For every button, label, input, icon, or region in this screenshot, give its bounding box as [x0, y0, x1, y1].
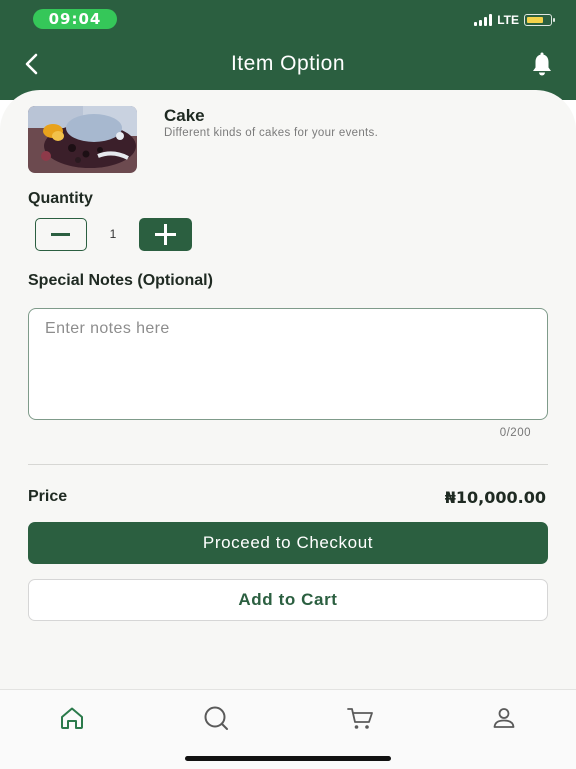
- notes-field-container: [28, 308, 548, 420]
- page-title: Item Option: [230, 52, 346, 75]
- status-bar: 09:04 LTE: [0, 0, 576, 38]
- price-label: Price: [28, 488, 68, 505]
- item-name: Cake: [164, 106, 205, 125]
- cake-image: [28, 106, 137, 173]
- notes-input[interactable]: [29, 309, 547, 419]
- search-icon: [204, 706, 228, 730]
- divider: [28, 464, 548, 465]
- notes-label: Special Notes (Optional): [28, 272, 213, 289]
- bell-icon: [533, 52, 551, 76]
- home-indicator: [185, 756, 391, 761]
- item-description: Different kinds of cakes for your events…: [164, 127, 379, 139]
- home-icon: [61, 707, 83, 729]
- signal-icon: [474, 14, 493, 26]
- profile-icon: [493, 708, 515, 728]
- status-indicators: LTE: [474, 11, 555, 29]
- app-header: 09:04 LTE Item Option: [0, 0, 576, 100]
- notes-char-count: 0/200: [499, 427, 531, 439]
- decrease-quantity-button[interactable]: [35, 218, 87, 251]
- quantity-label: Quantity: [28, 190, 93, 207]
- cart-icon: [347, 708, 373, 729]
- battery-icon: [524, 14, 555, 26]
- nav-home[interactable]: [57, 703, 87, 733]
- item-image: [28, 106, 137, 173]
- quantity-value: 1: [109, 227, 117, 241]
- status-time: 09:04: [33, 9, 117, 29]
- nav-cart[interactable]: [345, 703, 375, 733]
- increase-quantity-button[interactable]: [139, 218, 192, 251]
- proceed-to-checkout-button[interactable]: Proceed to Checkout: [28, 522, 548, 564]
- network-label: LTE: [497, 13, 519, 27]
- minus-icon: [51, 233, 70, 236]
- nav-search[interactable]: [201, 703, 231, 733]
- nav-profile[interactable]: [489, 703, 519, 733]
- notifications-button[interactable]: [528, 51, 556, 79]
- price-value: ₦10,000.00: [444, 488, 546, 507]
- add-to-cart-button[interactable]: Add to Cart: [28, 579, 548, 621]
